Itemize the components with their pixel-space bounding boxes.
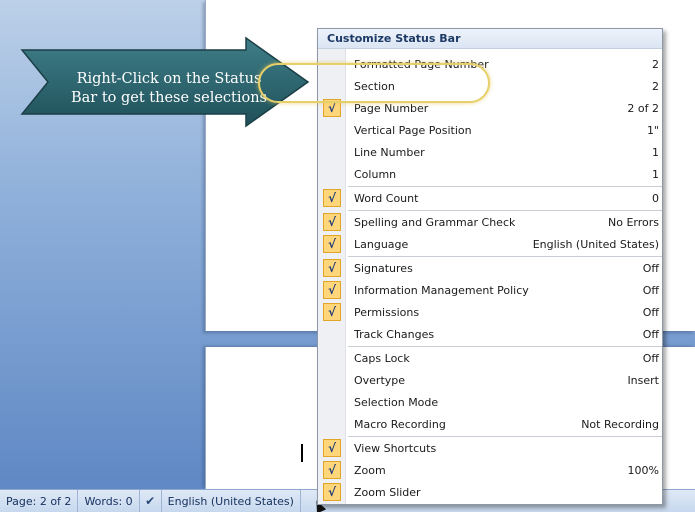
- status-language[interactable]: English (United States): [162, 490, 301, 512]
- menu-item-label: View Shortcuts: [354, 441, 437, 455]
- checkmark-icon: √: [323, 213, 341, 231]
- menu-item-value: Off: [642, 261, 659, 275]
- menu-item-label: Page Number: [354, 101, 429, 115]
- menu-item-label: Language: [354, 237, 409, 251]
- menu-item-value: Not Recording: [581, 417, 659, 431]
- menu-item-value: 1": [646, 123, 659, 137]
- menu-item-word-count[interactable]: √ Word Count 0: [318, 187, 662, 209]
- menu-item-overtype[interactable]: Overtype Insert: [318, 369, 662, 391]
- menu-item-view-shortcuts[interactable]: √ View Shortcuts: [318, 437, 662, 459]
- menu-item-value: 2: [652, 57, 659, 71]
- menu-item-spelling-grammar[interactable]: √ Spelling and Grammar Check No Errors: [318, 211, 662, 233]
- menu-item-value: 2 of 2: [627, 101, 659, 115]
- menu-item-label: Column: [354, 167, 397, 181]
- menu-item-caps-lock[interactable]: Caps Lock Off: [318, 347, 662, 369]
- menu-item-value: Off: [642, 327, 659, 341]
- menu-item-value: 1: [652, 145, 659, 159]
- proofing-check-icon[interactable]: ✔: [140, 490, 162, 512]
- menu-item-information-management-policy[interactable]: √ Information Management Policy Off: [318, 279, 662, 301]
- menu-item-value: 0: [652, 191, 659, 205]
- menu-item-label: Vertical Page Position: [354, 123, 472, 137]
- menu-item-label: Overtype: [354, 373, 406, 387]
- menu-item-label: Permissions: [354, 305, 420, 319]
- menu-item-value: Off: [642, 283, 659, 297]
- checkmark-icon: √: [323, 439, 341, 457]
- menu-item-track-changes[interactable]: Track Changes Off: [318, 323, 662, 345]
- menu-item-permissions[interactable]: √ Permissions Off: [318, 301, 662, 323]
- menu-item-value: Insert: [627, 373, 659, 387]
- menu-item-label: Caps Lock: [354, 351, 410, 365]
- menu-item-zoom[interactable]: √ Zoom 100%: [318, 459, 662, 481]
- checkmark-icon: √: [323, 259, 341, 277]
- checkmark-icon: √: [323, 461, 341, 479]
- text-cursor: [301, 444, 303, 462]
- checkmark-icon: √: [323, 189, 341, 207]
- menu-item-value: 1: [652, 167, 659, 181]
- checkmark-icon: √: [323, 281, 341, 299]
- menu-item-label: Zoom Slider: [354, 485, 421, 499]
- menu-item-signatures[interactable]: √ Signatures Off: [318, 257, 662, 279]
- menu-item-language[interactable]: √ Language English (United States): [318, 233, 662, 255]
- checkmark-icon: √: [323, 235, 341, 253]
- menu-item-label: Information Management Policy: [354, 283, 529, 297]
- menu-item-label: Macro Recording: [354, 417, 446, 431]
- status-page-number[interactable]: Page: 2 of 2: [0, 490, 79, 512]
- menu-item-label: Word Count: [354, 191, 419, 205]
- menu-item-value: Off: [642, 351, 659, 365]
- menu-item-label: Selection Mode: [354, 395, 439, 409]
- menu-item-label: Zoom: [354, 463, 386, 477]
- menu-item-label: Line Number: [354, 145, 425, 159]
- menu-item-line-number[interactable]: Line Number 1: [318, 141, 662, 163]
- callout-text-line2: Bar to get these selections: [70, 90, 268, 106]
- menu-item-value: Off: [642, 305, 659, 319]
- checkmark-icon: √: [323, 483, 341, 501]
- menu-item-label: Signatures: [354, 261, 413, 275]
- callout-text: Right-Click on the Status Bar to get the…: [64, 70, 274, 108]
- callout-text-line1: Right-Click on the Status: [76, 71, 262, 87]
- menu-item-selection-mode[interactable]: Selection Mode: [318, 391, 662, 413]
- menu-item-value: No Errors: [608, 215, 659, 229]
- menu-item-zoom-slider[interactable]: √ Zoom Slider: [318, 481, 662, 503]
- menu-item-column[interactable]: Column 1: [318, 163, 662, 185]
- menu-item-value: 100%: [627, 463, 659, 477]
- checkmark-icon: √: [323, 303, 341, 321]
- menu-item-label: Track Changes: [354, 327, 435, 341]
- highlight-ring: [258, 63, 490, 103]
- menu-item-label: Spelling and Grammar Check: [354, 215, 516, 229]
- menu-title: Customize Status Bar: [318, 29, 662, 49]
- menu-item-value: English (United States): [532, 237, 659, 251]
- menu-item-macro-recording[interactable]: Macro Recording Not Recording: [318, 413, 662, 435]
- menu-item-value: 2: [652, 79, 659, 93]
- status-word-count[interactable]: Words: 0: [78, 490, 140, 512]
- menu-item-vertical-page-position[interactable]: Vertical Page Position 1": [318, 119, 662, 141]
